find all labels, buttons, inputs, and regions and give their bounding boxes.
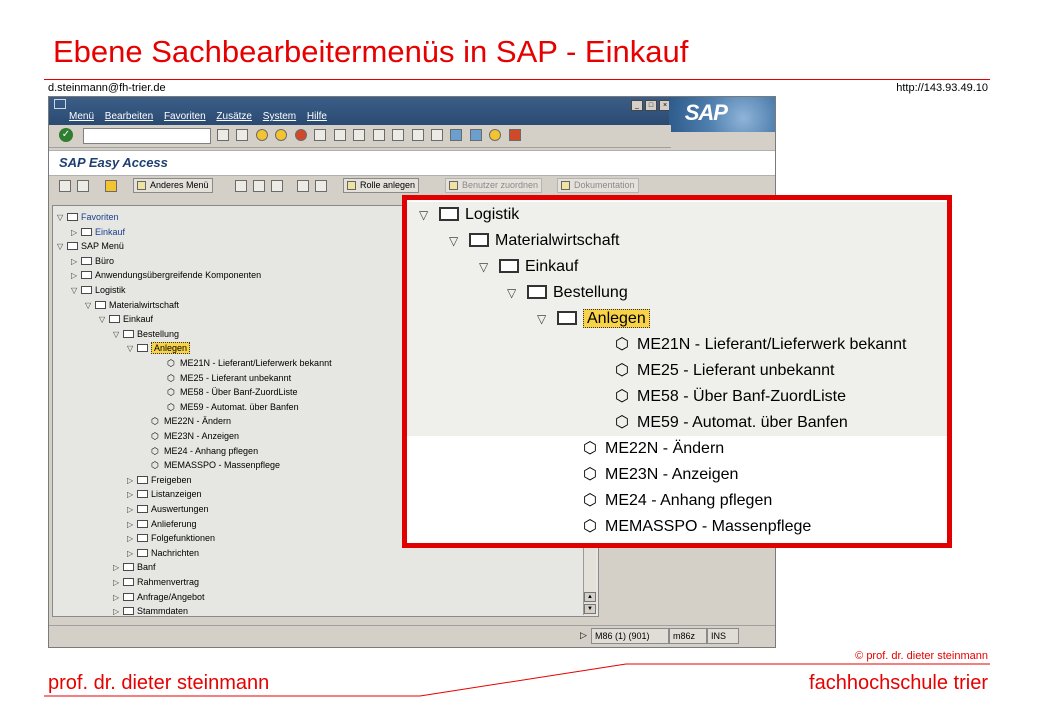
copyright-note: © prof. dr. dieter steinmann xyxy=(855,650,988,662)
footer-author: prof. dr. dieter steinmann xyxy=(48,672,270,694)
footer-school: fachhochschule trier xyxy=(809,672,988,694)
footer-lines xyxy=(44,663,990,697)
